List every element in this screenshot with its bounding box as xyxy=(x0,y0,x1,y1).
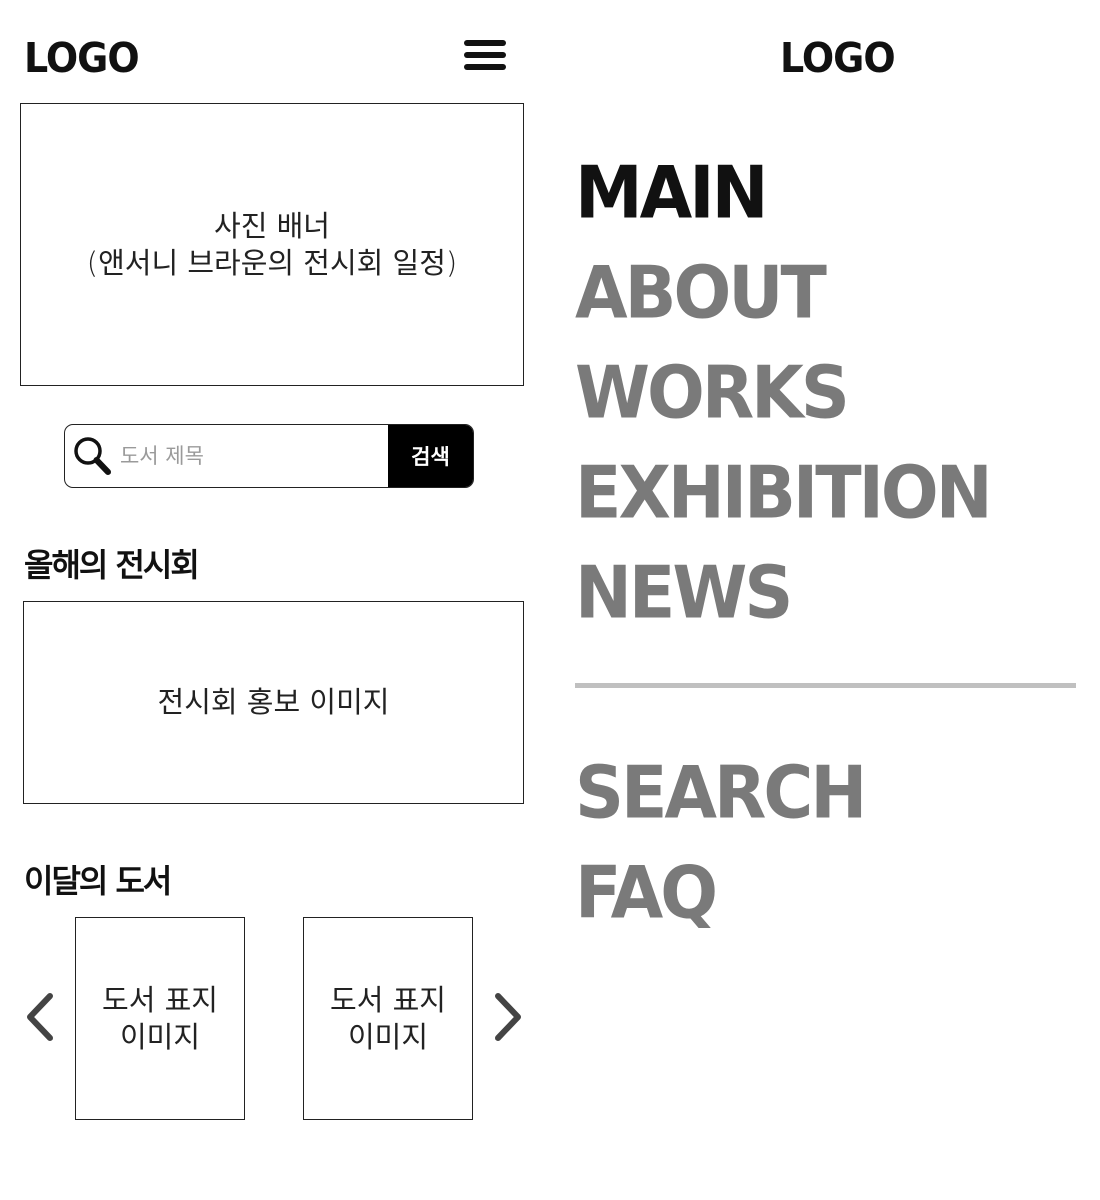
nav-item-faq[interactable]: FAQ xyxy=(575,857,718,930)
books-section-title: 이달의 도서 xyxy=(24,862,172,900)
book-cover-image[interactable]: 도서 표지 이미지 xyxy=(75,917,245,1120)
hamburger-menu-icon[interactable] xyxy=(464,40,506,72)
chevron-right-icon[interactable] xyxy=(490,992,526,1042)
exhibition-section-title: 올해의 전시회 xyxy=(24,546,200,584)
nav-item-news[interactable]: NEWS xyxy=(575,557,793,630)
menu-logo[interactable]: LOGO xyxy=(780,34,896,82)
photo-banner[interactable]: 사진 배너 (앤서니 브라운의 전시회 일정) xyxy=(20,103,524,386)
nav-item-exhibition[interactable]: EXHIBITION xyxy=(575,457,993,530)
nav-item-works[interactable]: WORKS xyxy=(575,357,850,430)
nav-item-main[interactable]: MAIN xyxy=(575,157,769,230)
banner-text: 사진 배너 (앤서니 브라운의 전시회 일정) xyxy=(86,209,458,280)
logo[interactable]: LOGO xyxy=(24,34,140,82)
search-bar: 검색 xyxy=(64,424,474,488)
menu-bar xyxy=(464,64,506,70)
nav-item-search[interactable]: SEARCH xyxy=(575,757,867,830)
book-cover-text: 도서 표지 이미지 xyxy=(102,983,218,1054)
search-input[interactable] xyxy=(119,425,388,487)
book-cover-image[interactable]: 도서 표지 이미지 xyxy=(303,917,473,1120)
menu-bar xyxy=(464,40,506,46)
menu-bar xyxy=(464,52,506,58)
exhibition-promo-image[interactable]: 전시회 홍보 이미지 xyxy=(23,601,524,804)
menu-divider xyxy=(575,683,1076,688)
search-button[interactable]: 검색 xyxy=(387,425,473,487)
chevron-left-icon[interactable] xyxy=(22,992,58,1042)
promo-text: 전시회 홍보 이미지 xyxy=(157,685,390,720)
magnifier-icon xyxy=(65,425,120,487)
nav-item-about[interactable]: ABOUT xyxy=(575,257,827,330)
book-cover-text: 도서 표지 이미지 xyxy=(330,983,446,1054)
